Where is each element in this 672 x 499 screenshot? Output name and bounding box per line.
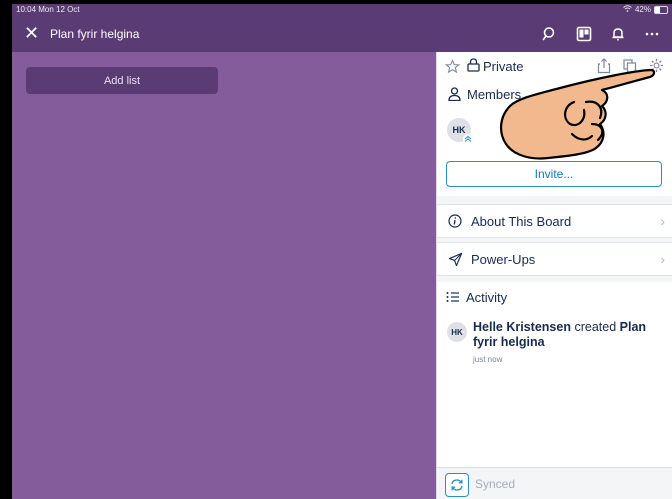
more-icon[interactable] [642,24,662,44]
person-icon [448,87,461,104]
activity-avatar: HK [447,322,467,342]
activity-action: created [574,320,617,334]
admin-badge-icon [463,134,473,144]
rocket-icon [445,252,465,267]
power-ups-row[interactable]: Power-Ups › [437,242,672,276]
status-time: 10:04 Mon 12 Oct [16,5,80,14]
sync-button[interactable] [445,473,469,497]
status-bar: 10:04 Mon 12 Oct 42% [12,4,672,16]
about-board-row[interactable]: About This Board › [437,204,672,238]
board-view-icon[interactable] [574,24,594,44]
bell-icon[interactable] [608,24,628,44]
activity-item: HK Helle Kristensen created Plan fyrir h… [447,320,665,367]
invite-button[interactable]: Invite... [446,161,662,187]
activity-user[interactable]: Helle Kristensen [473,320,571,334]
activity-feed: HK Helle Kristensen created Plan fyrir h… [437,312,672,467]
lock-icon [467,58,480,75]
activity-list-icon [446,291,460,303]
close-icon[interactable]: ✕ [24,24,39,42]
member-avatar[interactable]: HK [447,118,473,144]
chevron-right-icon: › [660,251,665,267]
board-header: ✕ Plan fyrir helgina [12,16,672,52]
search-icon[interactable] [540,24,560,44]
battery-icon [654,5,668,14]
about-label: About This Board [471,213,572,229]
board-title: Plan fyrir helgina [50,27,140,41]
status-indicators: 42% [623,5,668,14]
activity-header: Activity [437,282,672,312]
add-list-button[interactable]: Add list [26,67,218,94]
star-icon[interactable] [444,59,461,79]
pointing-hand-icon [500,68,656,160]
sync-status: Synced [475,477,516,491]
battery-percent: 42% [634,5,651,14]
sync-footer: Synced [437,467,672,499]
sync-icon [450,478,464,492]
activity-time: just now [473,355,503,364]
info-icon [445,214,465,228]
power-ups-label: Power-Ups [471,251,536,267]
wifi-icon [623,5,632,14]
chevron-right-icon: › [660,213,665,229]
activity-label: Activity [466,289,508,305]
